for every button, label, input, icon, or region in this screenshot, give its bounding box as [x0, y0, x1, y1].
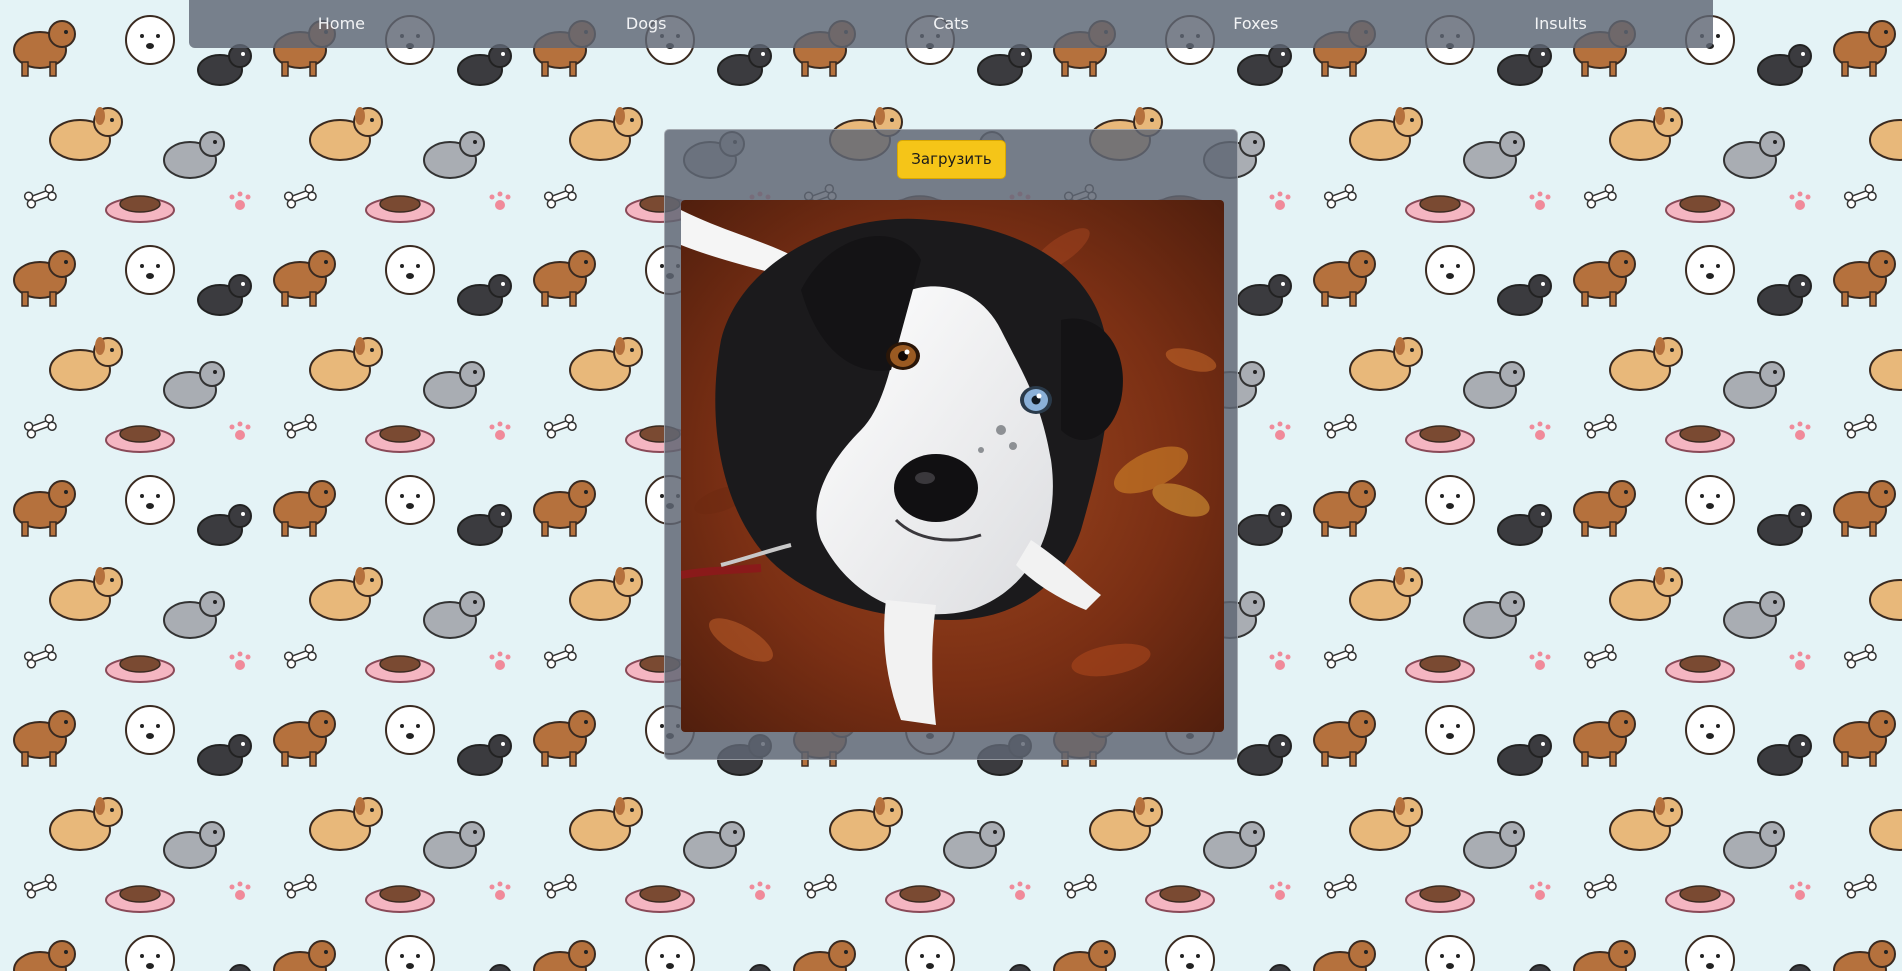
nav-cats-link[interactable]: Cats — [799, 0, 1104, 48]
nav-home-link[interactable]: Home — [189, 0, 494, 48]
nav-foxes-link[interactable]: Foxes — [1103, 0, 1408, 48]
load-button[interactable]: Загрузить — [897, 140, 1006, 179]
image-card: Загрузить — [664, 129, 1238, 760]
top-navbar: Home Dogs Cats Foxes Insults — [189, 0, 1713, 48]
dog-photo — [681, 200, 1224, 732]
nav-insults-link[interactable]: Insults — [1408, 0, 1713, 48]
nav-dogs-link[interactable]: Dogs — [494, 0, 799, 48]
dog-photo-image — [681, 200, 1224, 732]
